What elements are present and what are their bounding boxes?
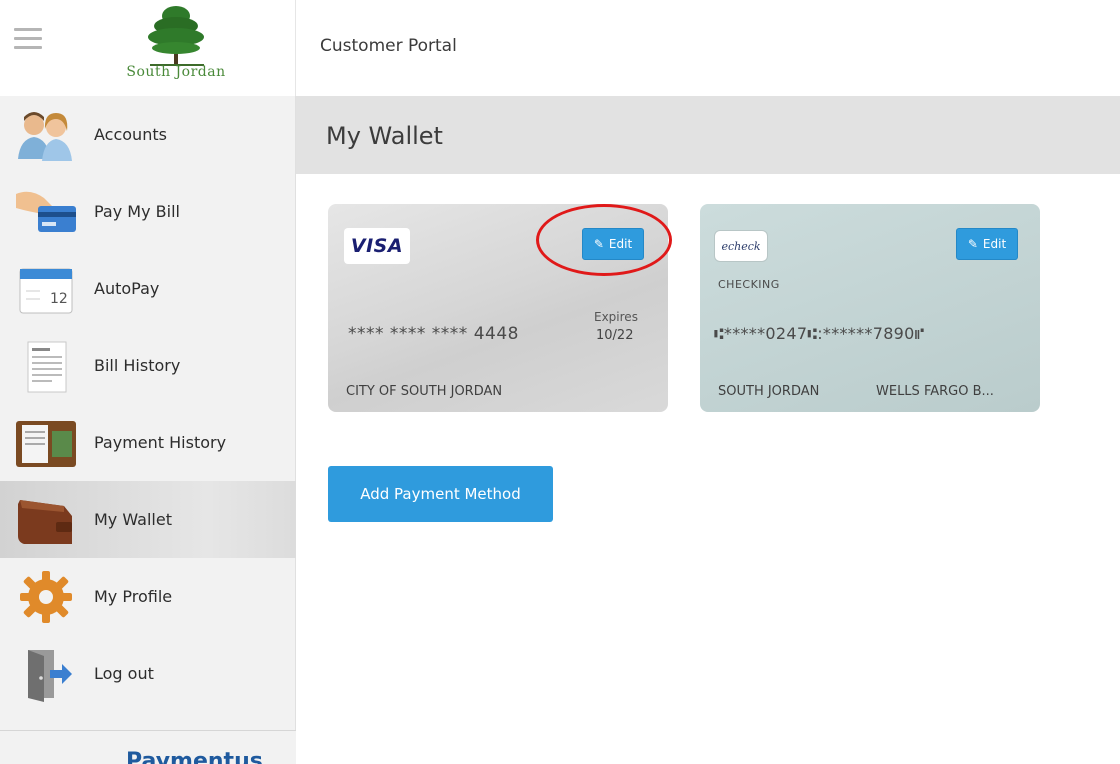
sidebar-item-my-profile[interactable]: My Profile xyxy=(0,558,296,635)
sidebar-item-pay-my-bill[interactable]: Pay My Bill xyxy=(0,173,296,250)
calendar-icon: 12 xyxy=(14,260,78,318)
expires-label: Expires xyxy=(594,310,638,324)
portal-title: Customer Portal xyxy=(320,36,457,56)
sidebar-item-label: AutoPay xyxy=(94,279,160,298)
svg-text:12: 12 xyxy=(50,291,68,307)
page-title: My Wallet xyxy=(326,122,443,150)
card-number: **** **** **** 4448 xyxy=(348,324,519,344)
echeck-logo: echeck xyxy=(714,230,768,262)
menu-icon[interactable] xyxy=(14,28,42,50)
sidebar-item-accounts[interactable]: Accounts xyxy=(0,96,296,173)
visa-brand: VISA xyxy=(350,235,404,257)
card-payment-icon xyxy=(14,183,78,241)
edit-visa-button[interactable]: ✎ Edit xyxy=(582,228,644,260)
sidebar-header: South Jordan xyxy=(0,0,296,96)
pencil-icon: ✎ xyxy=(967,237,978,251)
door-icon xyxy=(14,645,78,703)
paymentus-logo: Paymentus xyxy=(126,749,263,764)
invoice-icon xyxy=(14,337,78,395)
sidebar-item-label: My Profile xyxy=(94,587,173,606)
sidebar-item-label: Payment History xyxy=(94,433,227,452)
sidebar-nav: Accounts Pay My Bill 12 AutoPay Bill His… xyxy=(0,96,296,712)
sidebar-item-autopay[interactable]: 12 AutoPay xyxy=(0,250,296,327)
sidebar-item-log-out[interactable]: Log out xyxy=(0,635,296,712)
echeck-card: echeck ✎ Edit CHECKING ⑆*****0247⑆:*****… xyxy=(700,204,1040,412)
edit-echeck-button[interactable]: ✎ Edit xyxy=(956,228,1018,260)
edit-label: Edit xyxy=(608,237,633,251)
sidebar-item-payment-history[interactable]: Payment History xyxy=(0,404,296,481)
echeck-brand: echeck xyxy=(721,239,761,253)
tree-icon xyxy=(148,6,204,66)
account-number: ⑆*****0247⑆:******7890⑈ xyxy=(714,324,925,343)
edit-label: Edit xyxy=(982,237,1007,251)
sidebar-item-my-wallet[interactable]: My Wallet xyxy=(0,481,296,558)
page-title-bar: My Wallet xyxy=(296,96,1120,174)
bank-name: WELLS FARGO B... xyxy=(876,384,994,399)
sidebar-footer: Paymentus xyxy=(0,730,296,764)
sidebar-item-bill-history[interactable]: Bill History xyxy=(0,327,296,404)
sidebar-item-label: My Wallet xyxy=(94,510,172,529)
south-jordan-logo[interactable]: South Jordan xyxy=(92,4,260,92)
logo-text: South Jordan xyxy=(126,64,226,80)
visa-logo: VISA xyxy=(344,228,410,264)
sidebar-item-label: Accounts xyxy=(94,125,167,144)
card-holder: CITY OF SOUTH JORDAN xyxy=(346,384,503,399)
people-icon xyxy=(14,106,78,164)
add-payment-method-button[interactable]: Add Payment Method xyxy=(328,466,553,522)
sidebar-item-label: Bill History xyxy=(94,356,181,375)
wallet-folder-icon xyxy=(14,414,78,472)
gear-icon xyxy=(14,568,78,626)
pencil-icon: ✎ xyxy=(593,237,604,251)
sidebar-item-label: Pay My Bill xyxy=(94,202,180,221)
wallet-icon xyxy=(14,491,78,549)
sidebar-item-label: Log out xyxy=(94,664,154,683)
expires-value: 10/22 xyxy=(596,328,634,343)
visa-card: VISA ✎ Edit **** **** **** 4448 Expires … xyxy=(328,204,668,412)
account-type: CHECKING xyxy=(718,278,780,291)
bank-city: SOUTH JORDAN xyxy=(718,384,820,399)
top-header: Customer Portal xyxy=(296,0,1120,96)
